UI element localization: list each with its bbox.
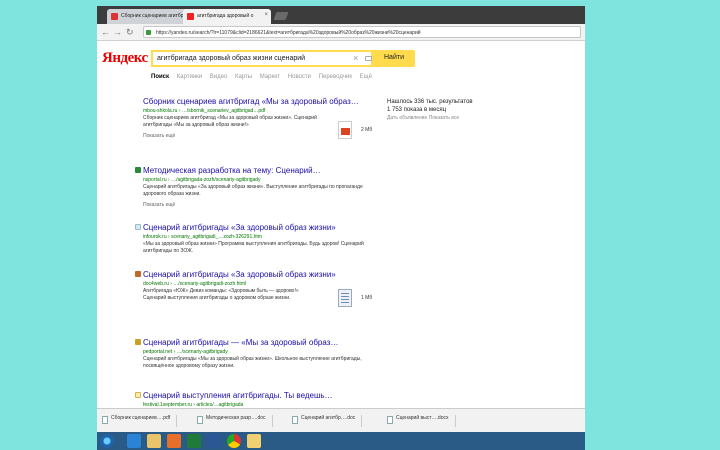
new-tab-button[interactable] [273,12,289,20]
pdf-favicon-icon [111,13,118,20]
result-snippet: «Мы за здоровый образ жизни» Программа в… [143,241,364,254]
file-icon [387,416,393,424]
vertical-market[interactable]: Маркет [260,74,280,80]
result-url[interactable]: infourok.ru › scenariy_agitbrigadi_…zozh… [143,234,383,240]
windows-taskbar [97,432,585,450]
doc-file-icon [338,289,352,307]
yandex-favicon-icon [187,13,194,20]
site-favicon-icon [135,167,141,173]
logo-text: Яндекс [102,50,148,66]
download-label: Сценарий агитбр….doc [301,415,356,421]
search-result: Сценарий выступления агитбригады. Ты вед… [135,391,383,408]
clear-icon[interactable]: × [353,53,358,63]
explorer-icon[interactable] [147,434,161,448]
download-item[interactable]: Сценарий агитбр….doc [292,415,363,427]
keyboard-icon[interactable] [365,56,372,61]
search-verticals: Поиск Картинки Видео Карты Маркет Новост… [151,74,378,80]
word-icon[interactable] [207,434,221,448]
lock-icon [146,30,151,35]
result-snippet: Сценарий агитбригады «Мы за здоровый обр… [143,356,362,369]
media-icon[interactable] [167,434,181,448]
vertical-maps[interactable]: Карты [235,74,252,80]
result-url[interactable]: mbou-shkola.ru › …/sbornik_scenariev_agi… [143,108,383,114]
address-bar[interactable]: https://yandex.ru/search/?lr=11079&clid=… [143,26,581,38]
reload-icon[interactable]: ↻ [126,27,134,37]
stats-panel: Нашлось 336 тыс. результатов 1 753 показ… [387,98,473,122]
close-tab-icon[interactable]: × [264,12,268,18]
file-icon [197,416,203,424]
result-snippet: Сценарий агитбригады «За здоровый образ … [143,184,363,197]
download-label: Методическая разр….doc [206,415,266,421]
back-arrow-icon[interactable]: ← [101,27,110,37]
ads-count: 1 753 показа в месяц [387,107,447,113]
file-size: 2 Мб [361,127,373,133]
download-item[interactable]: Сценарий выст….docx [387,415,456,427]
stats-links[interactable]: Дать объявление Показать все [387,114,473,122]
result-title[interactable]: Сценарий выступления агитбригады. Ты вед… [143,391,383,400]
chrome-icon[interactable] [227,434,241,448]
ie-icon[interactable] [127,434,141,448]
search-page: Яндекс агитбригада здоровый образ жизни … [97,41,585,408]
yandex-logo[interactable]: Яндекс [102,50,148,67]
file-icon [102,416,108,424]
result-title[interactable]: Методическая разработка на тему: Сценари… [143,166,383,175]
file-size: 1 Мб [361,295,373,301]
show-more-link[interactable]: Показать ещё [143,202,383,208]
result-url[interactable]: pedportal.net › …/scenariy-agitbrigady [143,349,383,355]
site-favicon-icon [135,271,141,277]
excel-icon[interactable] [187,434,201,448]
tab-active[interactable]: агитбригада здоровый о × [183,9,271,24]
tab-strip: Сборник сценариев агитбригад × агитбрига… [97,6,585,24]
vertical-images[interactable]: Картинки [177,74,202,80]
result-snippet: Агитбригада «ЮЖ» Девиз команды: «Здоровы… [143,288,299,301]
result-title[interactable]: Сборник сценариев агитбригад «Мы за здор… [143,97,383,106]
result-url[interactable]: doc4web.ru › …/scenariy-agitbrigadi-zozh… [143,281,383,287]
vertical-video[interactable]: Видео [210,74,228,80]
vertical-translate[interactable]: Переводчик [319,74,352,80]
download-item[interactable]: Методическая разр….doc [197,415,273,427]
vertical-news[interactable]: Новости [288,74,311,80]
tab-inactive[interactable]: Сборник сценариев агитбригад × [107,9,195,24]
search-result: Сценарий агитбригады «За здоровый образ … [135,223,383,255]
browser-window: Сборник сценариев агитбригад × агитбрига… [97,6,585,450]
download-item[interactable]: Сборник сценариев….pdf [102,415,178,427]
pdf-file-icon [338,121,352,139]
downloads-shelf: Сборник сценариев….pdf Методическая разр… [97,408,585,432]
vertical-more[interactable]: Ещё [360,74,372,80]
download-label: Сборник сценариев….pdf [111,415,171,421]
result-title[interactable]: Сценарий агитбригады «За здоровый образ … [143,270,383,279]
result-url[interactable]: nsportal.ru › …/agitbrigada-zozh/scenari… [143,177,383,183]
search-result: Методическая разработка на тему: Сценари… [135,166,383,208]
folder-icon[interactable] [247,434,261,448]
forward-arrow-icon[interactable]: → [113,27,122,37]
download-label: Сценарий выст….docx [396,415,449,421]
site-favicon-icon [135,339,141,345]
site-favicon-icon [135,392,141,398]
result-title[interactable]: Сценарий агитбригады «За здоровый образ … [143,223,383,232]
result-snippet: Сборник сценариев агитбригад «Мы за здор… [143,115,317,128]
browser-toolbar: ← → ↻ https://yandex.ru/search/?lr=11079… [97,24,585,41]
result-title[interactable]: Сценарий агитбригады — «Мы за здоровый о… [143,338,383,347]
search-button[interactable]: Найти [373,50,415,67]
search-input[interactable]: агитбригада здоровый образ жизни сценари… [151,50,373,67]
vertical-search[interactable]: Поиск [151,74,169,80]
site-favicon-icon [135,224,141,230]
start-button[interactable] [100,434,114,448]
search-result: Сценарий агитбригады — «Мы за здоровый о… [135,338,383,370]
found-count: Нашлось 336 тыс. результатов [387,99,473,105]
tab-label: агитбригада здоровый о [197,13,254,19]
file-icon [292,416,298,424]
